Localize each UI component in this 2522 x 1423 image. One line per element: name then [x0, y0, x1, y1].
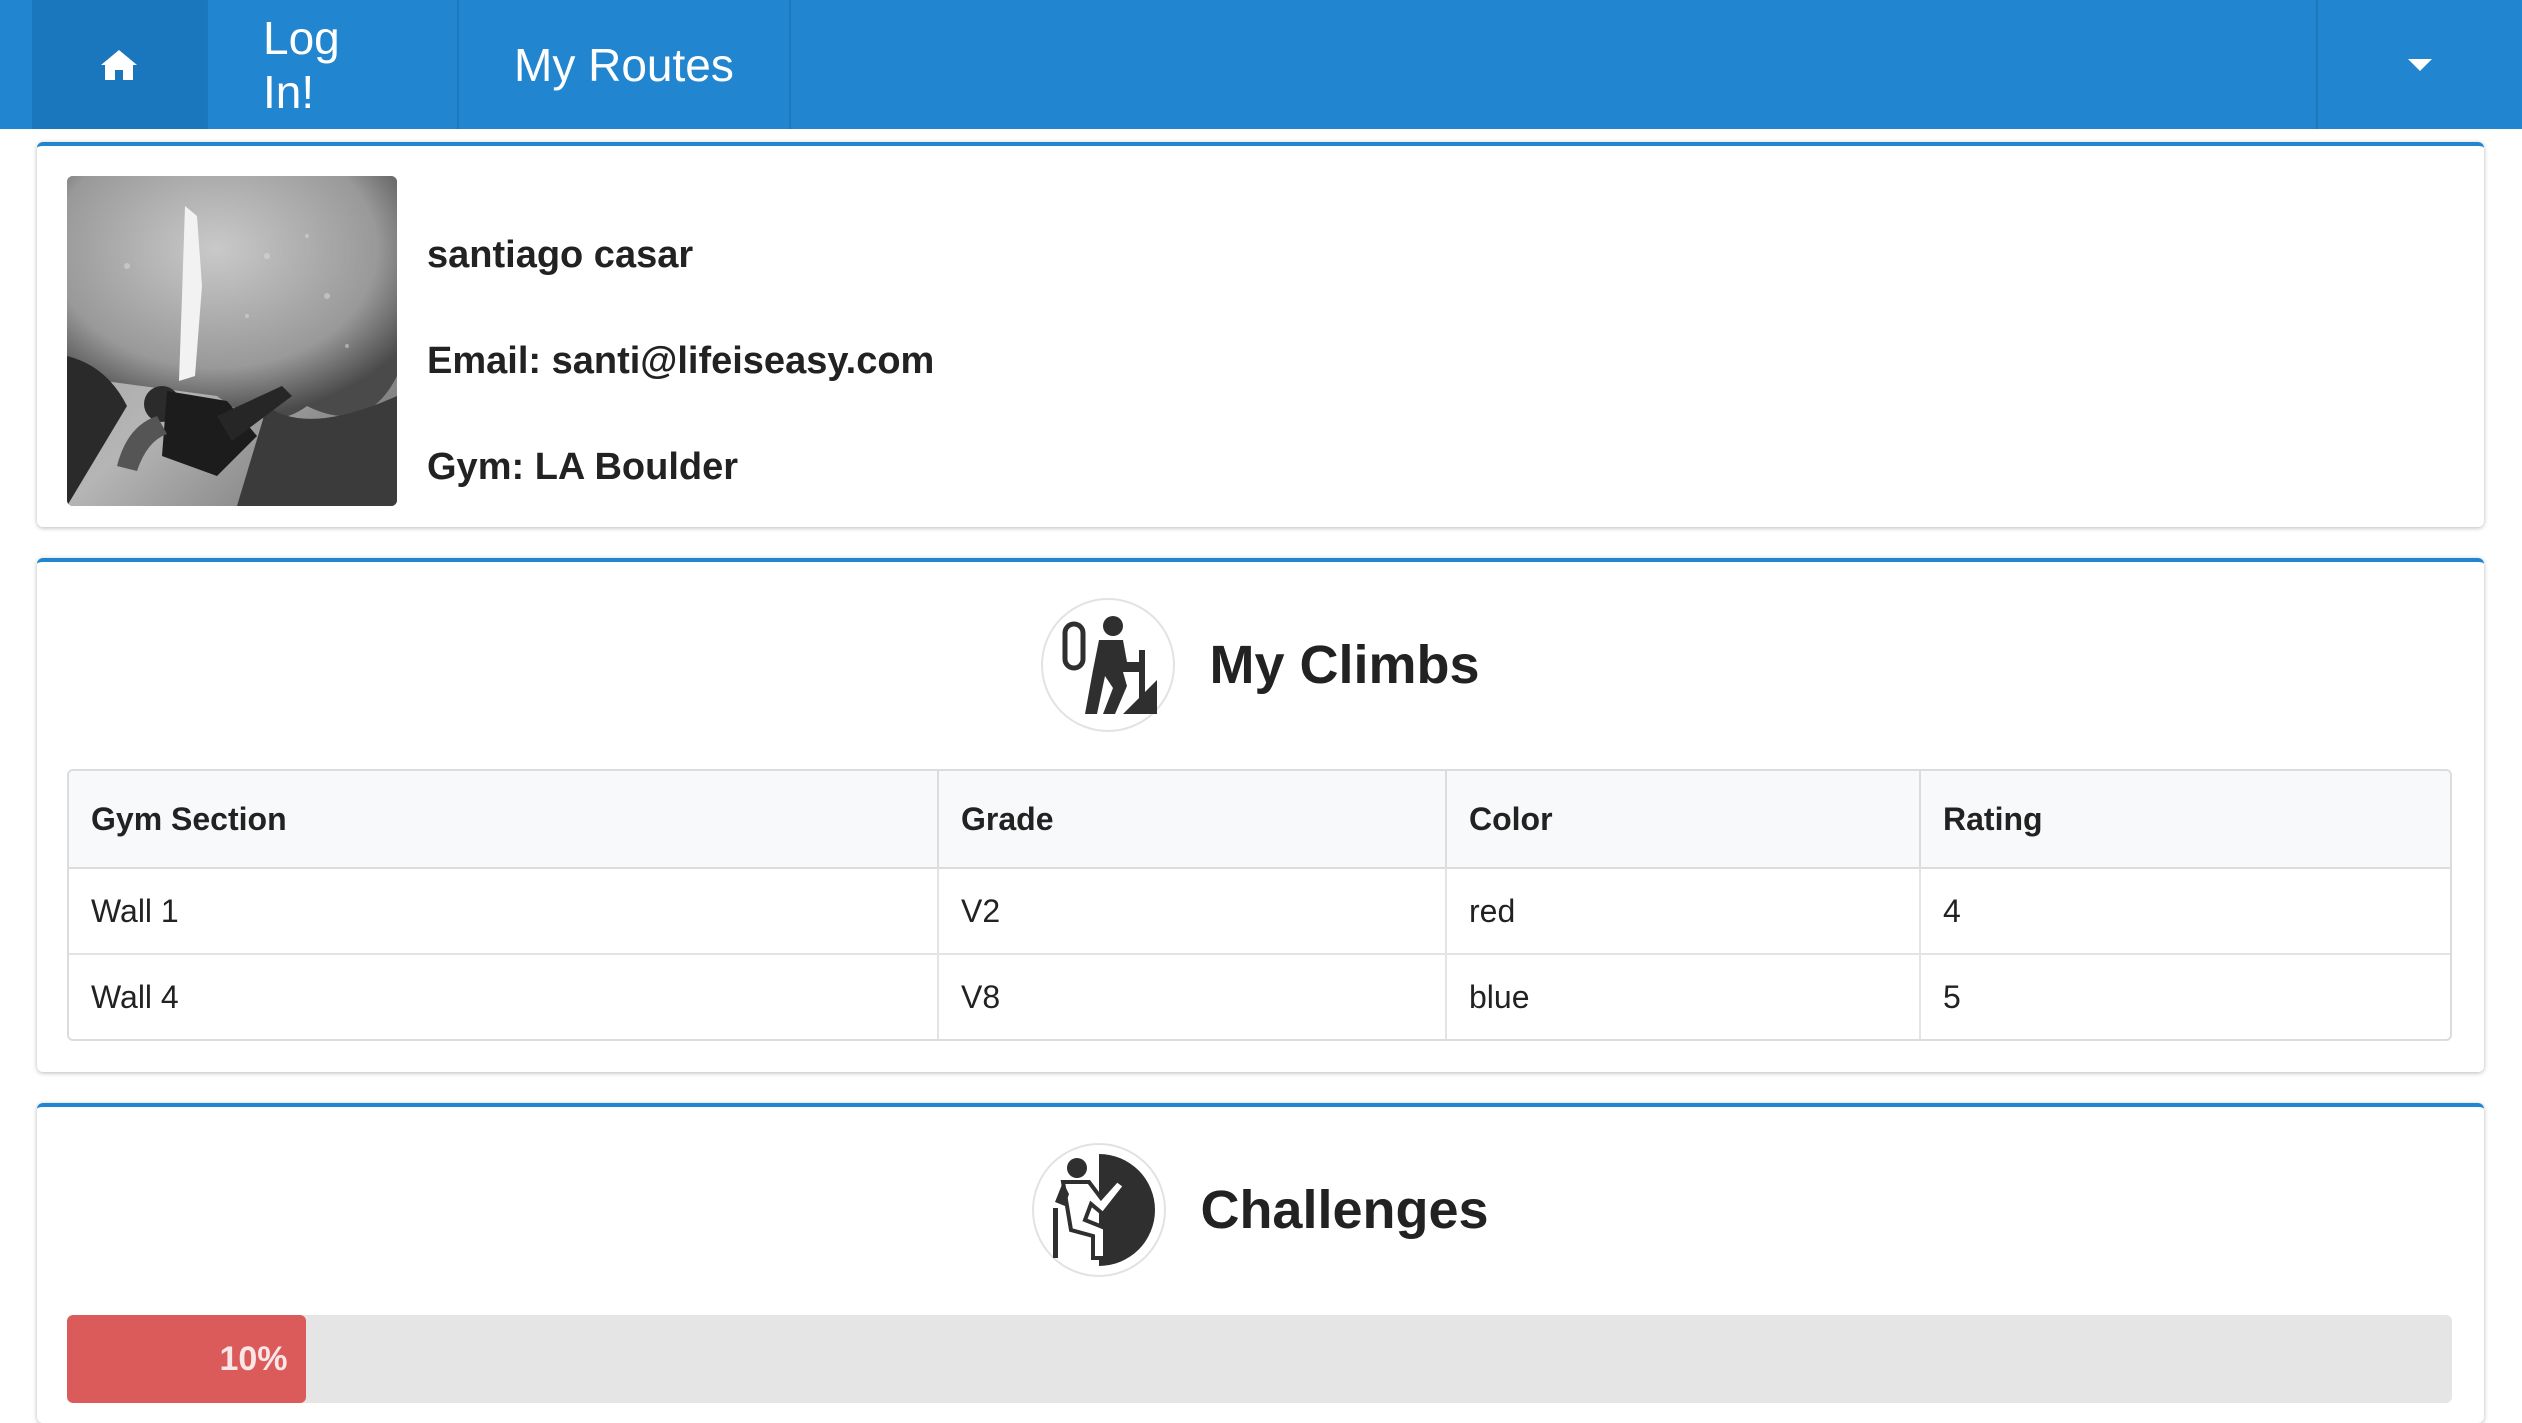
- column-header: Grade: [939, 771, 1447, 869]
- table-row[interactable]: Wall 4 V8 blue 5: [69, 955, 2450, 1039]
- home-button[interactable]: [32, 0, 208, 129]
- cell-gym-section: Wall 1: [69, 869, 939, 955]
- navbar-spacer: [791, 0, 2316, 129]
- cell-color: blue: [1447, 955, 1921, 1039]
- progress-fill: 10%: [67, 1315, 306, 1403]
- column-header: Color: [1447, 771, 1921, 869]
- my-routes-link[interactable]: My Routes: [459, 0, 791, 129]
- cell-rating: 5: [1943, 978, 1961, 1015]
- cell-gym-section: Wall 4: [69, 955, 939, 1039]
- climber-photo: [67, 176, 397, 506]
- challenges-card: Challenges 10%: [37, 1103, 2484, 1423]
- challenges-title: Challenges: [1200, 1180, 1489, 1240]
- top-navbar: Log In! My Routes: [0, 0, 2522, 129]
- home-icon: [101, 49, 137, 80]
- caret-down-icon: [2408, 58, 2432, 71]
- table-header-row: Gym Section Grade Color Rating: [69, 771, 2450, 869]
- column-header: Gym Section: [69, 771, 939, 869]
- avatar: [67, 176, 397, 506]
- hiker-climber-icon: [1041, 598, 1176, 732]
- profile-name: santiago casar: [427, 234, 694, 276]
- profile-email: Email: santi@lifeiseasy.com: [427, 340, 935, 382]
- cell-color: red: [1447, 869, 1921, 955]
- my-climbs-card: My Climbs Gym Section Grade Color Rating…: [37, 558, 2484, 1072]
- challenges-header: Challenges: [37, 1143, 2484, 1277]
- progress-label: 10%: [219, 1339, 288, 1378]
- cell-grade: V2: [939, 869, 1447, 955]
- login-link[interactable]: Log In!: [208, 0, 459, 129]
- profile-card: santiago casar Email: santi@lifeiseasy.c…: [37, 142, 2484, 527]
- table-row[interactable]: Wall 1 V2 red 4: [69, 869, 2450, 955]
- rock-climber-icon: [1032, 1143, 1167, 1277]
- account-dropdown[interactable]: [2316, 0, 2522, 129]
- profile-gym: Gym: LA Boulder: [427, 446, 739, 488]
- cell-rating: 4: [1921, 869, 2450, 955]
- cell-grade: V8: [939, 955, 1447, 1039]
- my-climbs-title: My Climbs: [1209, 635, 1480, 695]
- climbs-table: Gym Section Grade Color Rating Wall 1 V2…: [67, 769, 2452, 1041]
- challenge-progress-bar: 10%: [67, 1315, 2452, 1403]
- my-climbs-header: My Climbs: [37, 598, 2484, 732]
- column-header: Rating: [1921, 771, 2450, 869]
